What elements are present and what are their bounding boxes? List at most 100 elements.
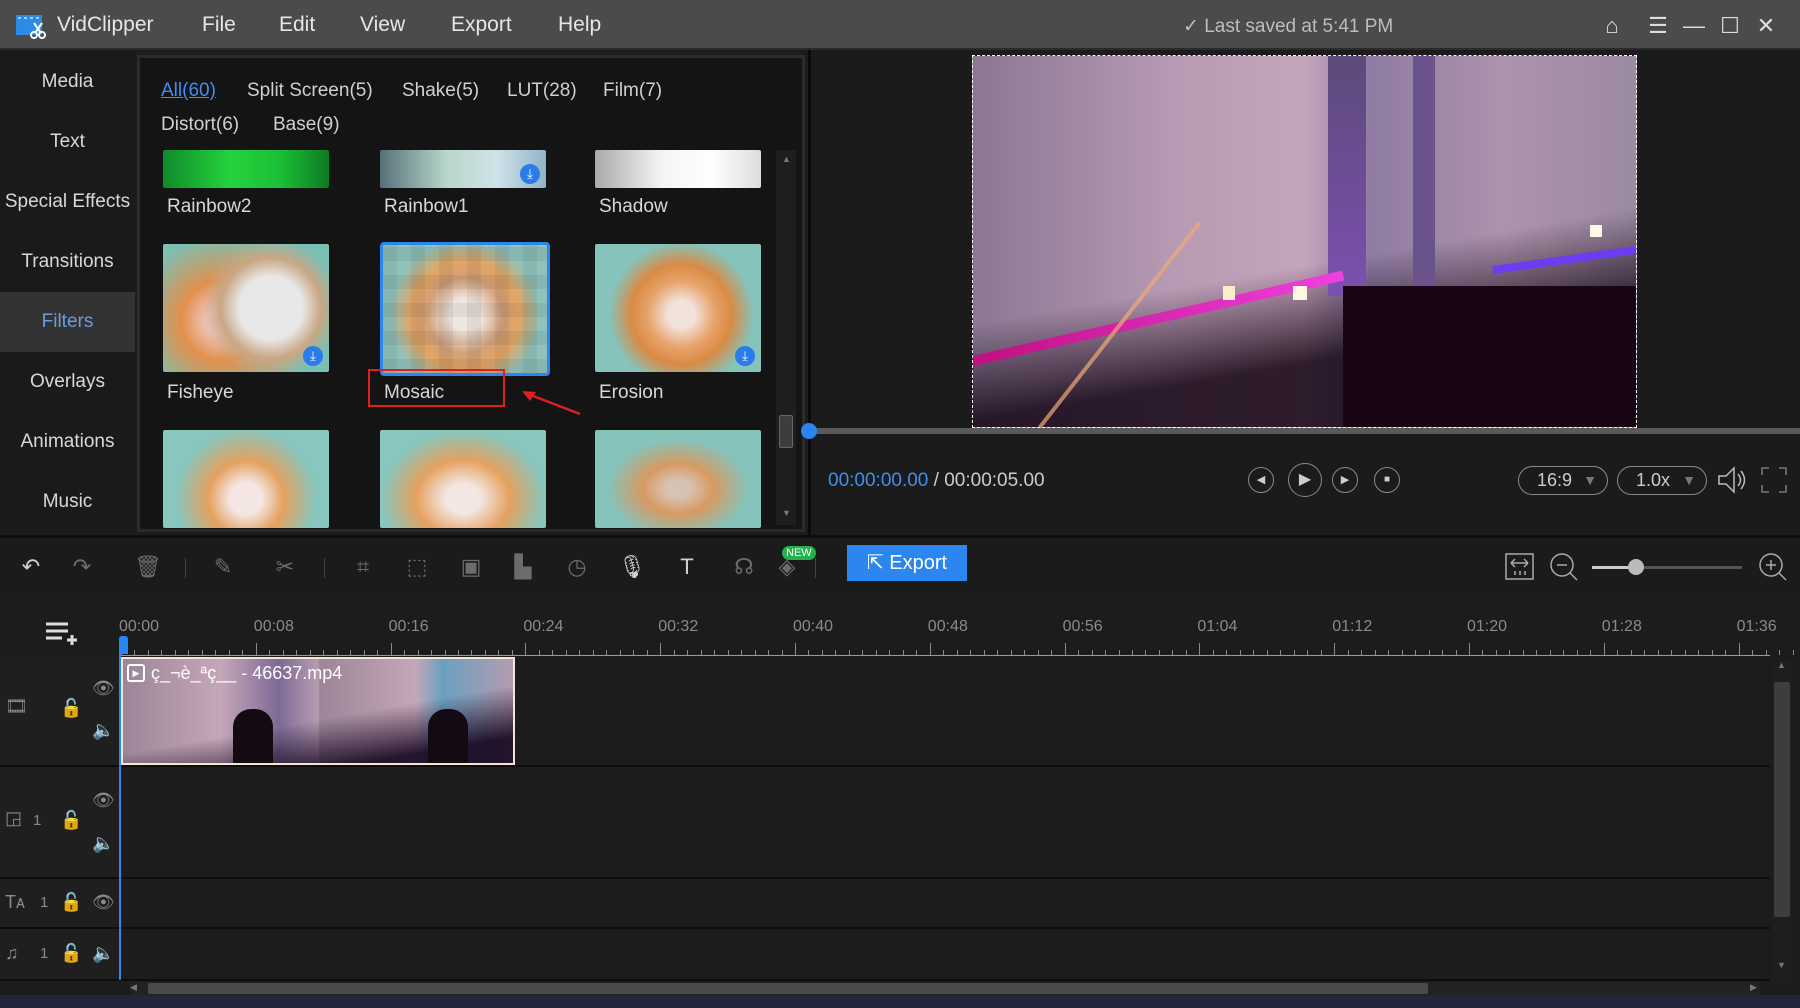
crop-icon[interactable]: ⌗	[348, 552, 378, 582]
fit-timeline-icon[interactable]	[1505, 553, 1535, 581]
eye-icon[interactable]: 👁	[92, 892, 115, 913]
taskbar-strip	[0, 995, 1800, 1008]
unlock-icon[interactable]: 🔓	[60, 892, 82, 913]
major-tick	[660, 643, 662, 655]
speed-select[interactable]: 1.0x ▼	[1617, 466, 1707, 495]
category-shake[interactable]: Shake(5)	[402, 80, 479, 102]
filter-thumb-7[interactable]	[163, 430, 329, 528]
redo-icon[interactable]: ↷	[67, 552, 97, 582]
horizontal-scroll-thumb[interactable]	[148, 983, 1428, 994]
light-strip	[973, 270, 1345, 366]
sidebar-item-overlays[interactable]: Overlays	[0, 352, 135, 412]
undo-icon[interactable]: ↶	[16, 552, 46, 582]
zoom-out-icon[interactable]	[1549, 552, 1579, 582]
stop-icon[interactable]: ■	[1374, 467, 1400, 493]
playback-scrubber[interactable]	[808, 428, 1800, 434]
category-all[interactable]: All(60)	[161, 80, 216, 102]
close-icon[interactable]: ✕	[1752, 12, 1780, 40]
major-tick	[1064, 643, 1066, 655]
audio-meter-icon[interactable]: ▙	[508, 552, 538, 582]
filter-thumb-mosaic[interactable]	[380, 242, 550, 376]
scroll-down-icon[interactable]: ▼	[782, 508, 791, 518]
minimize-icon[interactable]: —	[1680, 12, 1708, 40]
scroll-up-icon[interactable]: ▲	[782, 154, 791, 164]
major-tick	[1738, 643, 1740, 655]
zoom-slider-handle[interactable]	[1628, 559, 1644, 575]
scroll-left-icon[interactable]: ◀	[130, 982, 137, 993]
zoom-slider-track[interactable]	[1592, 566, 1742, 569]
eye-icon[interactable]: 👁	[92, 790, 115, 811]
filter-thumb-erosion[interactable]: ⤓	[595, 244, 761, 372]
sidebar-item-animations[interactable]: Animations	[0, 412, 135, 472]
record-voice-icon[interactable]: 🎙	[617, 552, 647, 582]
menu-edit[interactable]: Edit	[279, 13, 315, 37]
text-to-speech-icon[interactable]: T	[672, 552, 702, 582]
speech-to-text-icon[interactable]: ☊	[729, 552, 759, 582]
speed-icon[interactable]: ◷	[562, 552, 592, 582]
export-button[interactable]: ⇱ Export	[847, 545, 967, 581]
menu-help[interactable]: Help	[558, 13, 601, 37]
download-icon[interactable]: ⤓	[735, 346, 755, 366]
menu-view[interactable]: View	[360, 13, 405, 37]
edit-icon[interactable]: ✎	[208, 552, 238, 582]
mosaic-icon[interactable]: ▣	[456, 552, 486, 582]
title-bar: VidClipper File Edit View Export Help ✓ …	[0, 0, 1800, 50]
filter-thumb-rainbow2[interactable]	[163, 150, 329, 188]
play-icon[interactable]: ▶	[1288, 463, 1322, 497]
scroll-up-icon[interactable]: ▲	[1777, 660, 1786, 670]
category-distort[interactable]: Distort(6)	[161, 114, 239, 136]
scrubber-handle[interactable]	[801, 423, 817, 439]
menu-export[interactable]: Export	[451, 13, 512, 37]
volume-icon[interactable]: 🔈	[92, 833, 114, 854]
playhead[interactable]	[119, 640, 121, 980]
scroll-thumb[interactable]	[779, 415, 793, 448]
zoom-in-icon[interactable]	[1758, 552, 1788, 582]
menu-icon[interactable]: ☰	[1644, 12, 1672, 40]
category-film[interactable]: Film(7)	[603, 80, 662, 102]
eye-icon[interactable]: 👁	[92, 678, 115, 699]
unlock-icon[interactable]: 🔓	[60, 698, 82, 719]
home-icon[interactable]: ⌂	[1598, 12, 1626, 40]
sidebar-item-text[interactable]: Text	[0, 112, 135, 172]
download-icon[interactable]: ⤓	[303, 346, 323, 366]
volume-icon[interactable]: 🔈	[92, 943, 114, 964]
volume-icon[interactable]: 🔈	[92, 720, 114, 741]
filter-thumb-8[interactable]	[380, 430, 546, 528]
sidebar-item-media[interactable]: Media	[0, 52, 135, 112]
cut-icon[interactable]: ✂	[270, 552, 300, 582]
sidebar-item-transitions[interactable]: Transitions	[0, 232, 135, 292]
add-track-icon[interactable]	[44, 620, 80, 648]
freeze-icon[interactable]: ⬚	[402, 552, 432, 582]
filter-thumb-fisheye[interactable]: ⤓	[163, 244, 329, 372]
filter-thumb-shadow[interactable]	[595, 150, 761, 188]
filter-thumb-9[interactable]	[595, 430, 761, 528]
sidebar-item-filters[interactable]: Filters	[0, 292, 135, 352]
aspect-ratio-select[interactable]: 16:9 ▼	[1518, 466, 1608, 495]
delete-icon[interactable]: 🗑	[133, 552, 163, 582]
sidebar-item-special-effects[interactable]: Special Effects	[0, 172, 135, 232]
category-split-screen[interactable]: Split Screen(5)	[247, 80, 373, 102]
prev-frame-icon[interactable]: ◀︎	[1248, 467, 1274, 493]
menu-file[interactable]: File	[202, 13, 236, 37]
video-preview[interactable]	[972, 55, 1637, 428]
category-lut[interactable]: LUT(28)	[507, 80, 577, 102]
next-frame-icon[interactable]: ▶︎	[1332, 467, 1358, 493]
check-icon: ✓	[1183, 16, 1205, 37]
scroll-thumb[interactable]	[1774, 682, 1790, 917]
unlock-icon[interactable]: 🔓	[60, 943, 82, 964]
dropdown-arrow-icon: ▼	[1682, 472, 1696, 488]
filter-panel-scrollbar[interactable]: ▲ ▼	[776, 150, 796, 525]
sidebar-item-music[interactable]: Music	[0, 472, 135, 532]
scroll-right-icon[interactable]: ▶	[1750, 982, 1757, 993]
volume-icon[interactable]	[1716, 465, 1750, 495]
video-clip[interactable]: ▶ ç_¬è_ªç__ - 46637.mp4	[121, 657, 515, 765]
download-icon[interactable]: ⤓	[520, 164, 540, 184]
maximize-icon[interactable]: ☐	[1716, 12, 1744, 40]
scroll-down-icon[interactable]: ▼	[1777, 960, 1786, 970]
unlock-icon[interactable]: 🔓	[60, 810, 82, 831]
fullscreen-icon[interactable]	[1760, 466, 1788, 494]
category-base[interactable]: Base(9)	[273, 114, 340, 136]
timeline-vertical-scrollbar[interactable]: ▲ ▼	[1772, 660, 1792, 982]
filter-thumb-rainbow1[interactable]: ⤓	[380, 150, 546, 188]
film-strip-icon: 🎞	[5, 696, 28, 716]
